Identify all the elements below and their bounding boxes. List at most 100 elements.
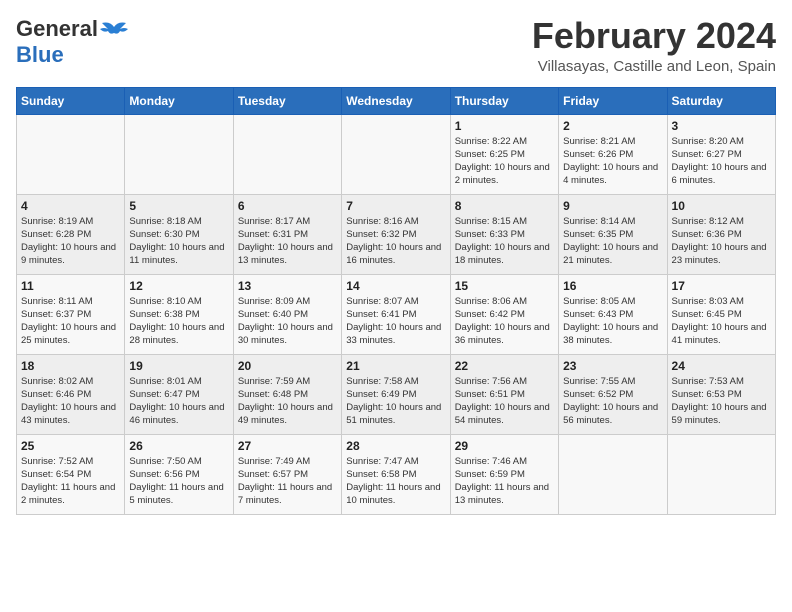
day-info: Sunrise: 8:16 AMSunset: 6:32 PMDaylight:…: [346, 215, 445, 268]
day-of-week-saturday: Saturday: [667, 87, 775, 114]
day-of-week-friday: Friday: [559, 87, 667, 114]
day-number: 24: [672, 359, 771, 373]
day-number: 15: [455, 279, 554, 293]
day-of-week-sunday: Sunday: [17, 87, 125, 114]
calendar-week-0: 1 Sunrise: 8:22 AMSunset: 6:25 PMDaylight…: [17, 114, 776, 194]
calendar-cell: 12 Sunrise: 8:10 AMSunset: 6:38 PMDayligh…: [125, 274, 233, 354]
title-block: February 2024 Villasayas, Castille and L…: [532, 16, 776, 75]
day-number: 21: [346, 359, 445, 373]
day-number: 11: [21, 279, 120, 293]
logo-bird-icon: [100, 19, 128, 39]
location-text: Villasayas, Castille and Leon, Spain: [532, 58, 776, 75]
calendar-cell: 23 Sunrise: 7:55 AMSunset: 6:52 PMDayligh…: [559, 354, 667, 434]
calendar-cell: 11 Sunrise: 8:11 AMSunset: 6:37 PMDayligh…: [17, 274, 125, 354]
day-info: Sunrise: 8:12 AMSunset: 6:36 PMDaylight:…: [672, 215, 771, 268]
day-info: Sunrise: 7:58 AMSunset: 6:49 PMDaylight:…: [346, 375, 445, 428]
day-info: Sunrise: 7:47 AMSunset: 6:58 PMDaylight:…: [346, 455, 445, 508]
day-number: 27: [238, 439, 337, 453]
calendar-cell: 14 Sunrise: 8:07 AMSunset: 6:41 PMDayligh…: [342, 274, 450, 354]
calendar-cell: 1 Sunrise: 8:22 AMSunset: 6:25 PMDaylight…: [450, 114, 558, 194]
day-info: Sunrise: 7:52 AMSunset: 6:54 PMDaylight:…: [21, 455, 120, 508]
day-number: 8: [455, 199, 554, 213]
calendar-cell: 16 Sunrise: 8:05 AMSunset: 6:43 PMDayligh…: [559, 274, 667, 354]
calendar-header: SundayMondayTuesdayWednesdayThursdayFrid…: [17, 87, 776, 114]
calendar-table: SundayMondayTuesdayWednesdayThursdayFrid…: [16, 87, 776, 515]
calendar-cell: [559, 434, 667, 514]
day-info: Sunrise: 8:17 AMSunset: 6:31 PMDaylight:…: [238, 215, 337, 268]
day-number: 9: [563, 199, 662, 213]
day-number: 23: [563, 359, 662, 373]
day-number: 3: [672, 119, 771, 133]
calendar-cell: 21 Sunrise: 7:58 AMSunset: 6:49 PMDayligh…: [342, 354, 450, 434]
calendar-cell: 20 Sunrise: 7:59 AMSunset: 6:48 PMDayligh…: [233, 354, 341, 434]
calendar-cell: 7 Sunrise: 8:16 AMSunset: 6:32 PMDaylight…: [342, 194, 450, 274]
day-number: 17: [672, 279, 771, 293]
calendar-cell: [17, 114, 125, 194]
days-of-week-row: SundayMondayTuesdayWednesdayThursdayFrid…: [17, 87, 776, 114]
day-info: Sunrise: 8:03 AMSunset: 6:45 PMDaylight:…: [672, 295, 771, 348]
calendar-week-4: 25Sunrise: 7:52 AMSunset: 6:54 PMDayligh…: [17, 434, 776, 514]
calendar-cell: 25Sunrise: 7:52 AMSunset: 6:54 PMDayligh…: [17, 434, 125, 514]
day-number: 1: [455, 119, 554, 133]
day-info: Sunrise: 8:22 AMSunset: 6:25 PMDaylight:…: [455, 135, 554, 188]
day-of-week-tuesday: Tuesday: [233, 87, 341, 114]
calendar-cell: [667, 434, 775, 514]
calendar-cell: 26Sunrise: 7:50 AMSunset: 6:56 PMDayligh…: [125, 434, 233, 514]
day-info: Sunrise: 8:02 AMSunset: 6:46 PMDaylight:…: [21, 375, 120, 428]
calendar-cell: 9 Sunrise: 8:14 AMSunset: 6:35 PMDaylight…: [559, 194, 667, 274]
day-info: Sunrise: 7:53 AMSunset: 6:53 PMDaylight:…: [672, 375, 771, 428]
day-info: Sunrise: 8:11 AMSunset: 6:37 PMDaylight:…: [21, 295, 120, 348]
day-info: Sunrise: 7:59 AMSunset: 6:48 PMDaylight:…: [238, 375, 337, 428]
calendar-cell: 2 Sunrise: 8:21 AMSunset: 6:26 PMDaylight…: [559, 114, 667, 194]
logo-blue-text: Blue: [16, 42, 64, 68]
day-number: 6: [238, 199, 337, 213]
day-number: 16: [563, 279, 662, 293]
calendar-cell: [125, 114, 233, 194]
calendar-cell: 24 Sunrise: 7:53 AMSunset: 6:53 PMDayligh…: [667, 354, 775, 434]
day-info: Sunrise: 8:19 AMSunset: 6:28 PMDaylight:…: [21, 215, 120, 268]
calendar-cell: 28 Sunrise: 7:47 AMSunset: 6:58 PMDayligh…: [342, 434, 450, 514]
day-info: Sunrise: 8:21 AMSunset: 6:26 PMDaylight:…: [563, 135, 662, 188]
day-number: 29: [455, 439, 554, 453]
logo-general-text: General: [16, 16, 98, 42]
day-of-week-thursday: Thursday: [450, 87, 558, 114]
calendar-cell: 15Sunrise: 8:06 AMSunset: 6:42 PMDayligh…: [450, 274, 558, 354]
day-info: Sunrise: 8:15 AMSunset: 6:33 PMDaylight:…: [455, 215, 554, 268]
day-number: 2: [563, 119, 662, 133]
day-number: 4: [21, 199, 120, 213]
calendar-cell: 27 Sunrise: 7:49 AMSunset: 6:57 PMDayligh…: [233, 434, 341, 514]
calendar-cell: 18Sunrise: 8:02 AMSunset: 6:46 PMDayligh…: [17, 354, 125, 434]
day-number: 20: [238, 359, 337, 373]
day-info: Sunrise: 7:55 AMSunset: 6:52 PMDaylight:…: [563, 375, 662, 428]
day-number: 22: [455, 359, 554, 373]
day-info: Sunrise: 8:18 AMSunset: 6:30 PMDaylight:…: [129, 215, 228, 268]
calendar-cell: 3Sunrise: 8:20 AMSunset: 6:27 PMDaylight…: [667, 114, 775, 194]
day-info: Sunrise: 8:01 AMSunset: 6:47 PMDaylight:…: [129, 375, 228, 428]
calendar-cell: [233, 114, 341, 194]
day-info: Sunrise: 8:10 AMSunset: 6:38 PMDaylight:…: [129, 295, 228, 348]
day-number: 19: [129, 359, 228, 373]
day-number: 7: [346, 199, 445, 213]
calendar-cell: 4 Sunrise: 8:19 AMSunset: 6:28 PMDaylight…: [17, 194, 125, 274]
day-info: Sunrise: 7:49 AMSunset: 6:57 PMDaylight:…: [238, 455, 337, 508]
calendar-cell: 10 Sunrise: 8:12 AMSunset: 6:36 PMDayligh…: [667, 194, 775, 274]
day-of-week-monday: Monday: [125, 87, 233, 114]
day-number: 28: [346, 439, 445, 453]
day-info: Sunrise: 8:07 AMSunset: 6:41 PMDaylight:…: [346, 295, 445, 348]
calendar-cell: [342, 114, 450, 194]
day-info: Sunrise: 7:50 AMSunset: 6:56 PMDaylight:…: [129, 455, 228, 508]
calendar-cell: 19 Sunrise: 8:01 AMSunset: 6:47 PMDayligh…: [125, 354, 233, 434]
calendar-cell: 17 Sunrise: 8:03 AMSunset: 6:45 PMDayligh…: [667, 274, 775, 354]
day-number: 12: [129, 279, 228, 293]
calendar-cell: 5Sunrise: 8:18 AMSunset: 6:30 PMDaylight…: [125, 194, 233, 274]
day-info: Sunrise: 8:09 AMSunset: 6:40 PMDaylight:…: [238, 295, 337, 348]
day-info: Sunrise: 8:14 AMSunset: 6:35 PMDaylight:…: [563, 215, 662, 268]
calendar-week-1: 4 Sunrise: 8:19 AMSunset: 6:28 PMDaylight…: [17, 194, 776, 274]
day-info: Sunrise: 8:05 AMSunset: 6:43 PMDaylight:…: [563, 295, 662, 348]
calendar-cell: 8 Sunrise: 8:15 AMSunset: 6:33 PMDaylight…: [450, 194, 558, 274]
day-number: 10: [672, 199, 771, 213]
day-number: 14: [346, 279, 445, 293]
calendar-body: 1 Sunrise: 8:22 AMSunset: 6:25 PMDaylight…: [17, 114, 776, 514]
day-info: Sunrise: 7:46 AMSunset: 6:59 PMDaylight:…: [455, 455, 554, 508]
day-of-week-wednesday: Wednesday: [342, 87, 450, 114]
